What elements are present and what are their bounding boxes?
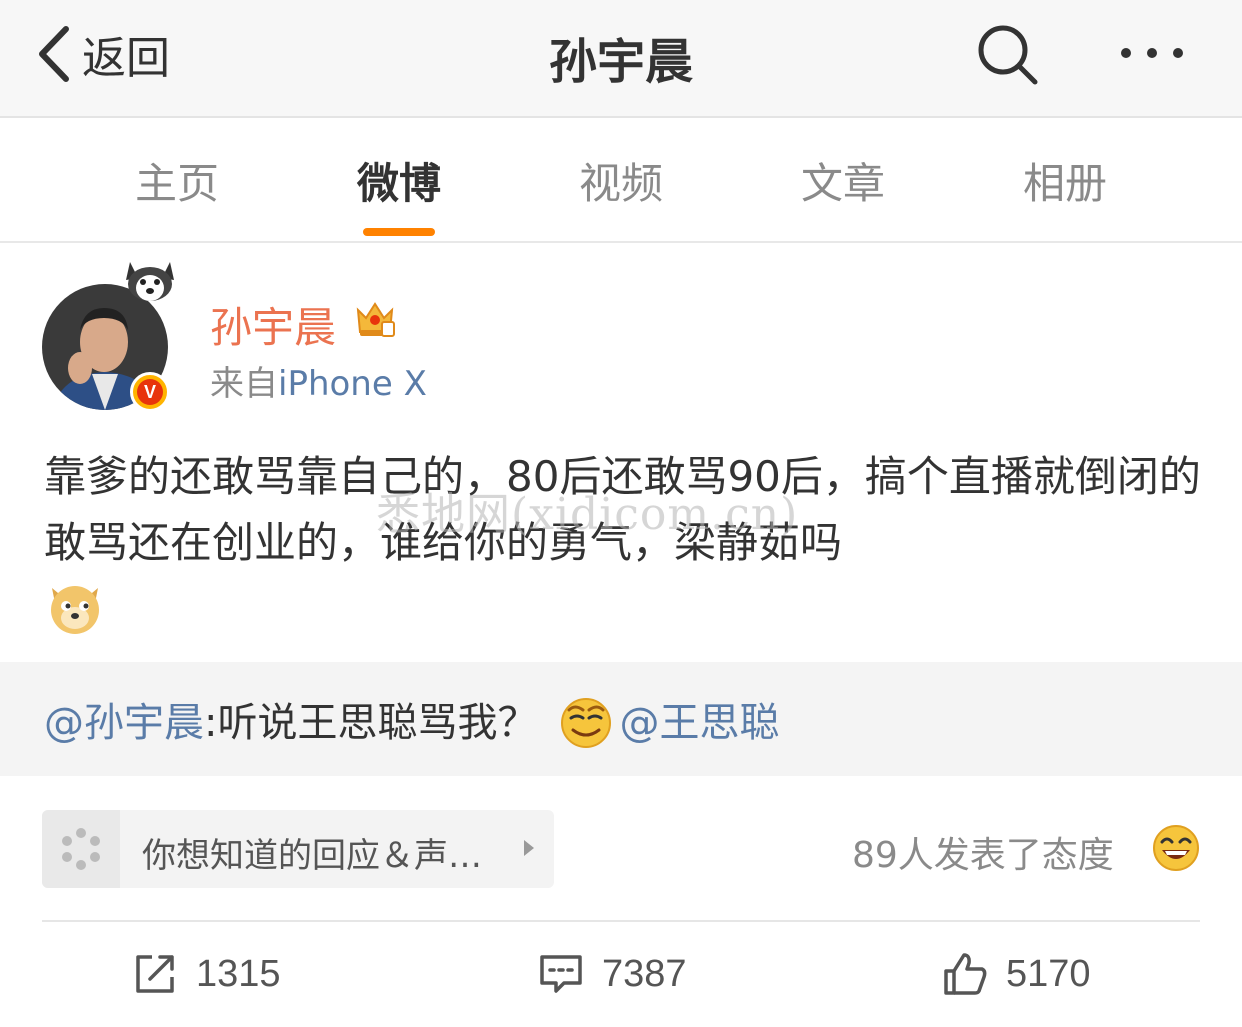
mention-author[interactable]: @孙宇晨: [44, 700, 204, 746]
search-icon: [978, 25, 1038, 85]
comment-button[interactable]: 7387: [538, 946, 687, 1002]
quoted-body: :听说王思聪骂我？: [204, 700, 538, 746]
verified-badge-icon: V: [130, 372, 170, 412]
topic-chip[interactable]: 你想知道的回应＆声…: [42, 810, 554, 888]
active-tab-indicator: [363, 228, 435, 236]
source-device[interactable]: iPhone X: [278, 364, 427, 404]
like-button[interactable]: 5170: [942, 946, 1091, 1002]
tab-album[interactable]: 相册: [985, 150, 1145, 211]
thumbs-up-icon: [944, 953, 987, 995]
tab-weibo[interactable]: 微博: [319, 150, 479, 211]
quoted-text: @孙宇晨:听说王思聪骂我？ @王思聪: [44, 690, 779, 750]
attitude-count[interactable]: 89人发表了态度: [852, 826, 1114, 878]
husky-pendant-icon: [126, 262, 174, 301]
more-button[interactable]: [1112, 28, 1192, 78]
tab-articles[interactable]: 文章: [763, 150, 923, 211]
post-text: 靠爹的还敢骂靠自己的，80后还敢骂90后，搞个直播就倒闭的敢骂还在创业的，谁给你…: [44, 452, 1201, 567]
author-avatar[interactable]: V: [42, 256, 174, 416]
author-name[interactable]: 孙宇晨: [210, 294, 336, 355]
search-button[interactable]: [975, 22, 1041, 88]
more-dots-icon: [1121, 48, 1183, 58]
like-count: 5170: [1006, 952, 1091, 995]
caret-right-icon: [524, 840, 534, 856]
tab-video[interactable]: 视频: [541, 150, 701, 211]
comment-icon: [540, 955, 582, 993]
topic-icon-box: [42, 810, 120, 888]
doge-emoji-icon: [51, 586, 99, 634]
repost-count: 1315: [196, 952, 281, 995]
loading-spinner-icon: [62, 828, 100, 870]
post-source: 来自iPhone X: [210, 356, 427, 405]
topic-label: 你想知道的回应＆声…: [142, 836, 482, 876]
source-prefix: 来自: [210, 364, 278, 404]
tab-home[interactable]: 主页: [97, 150, 257, 211]
quoted-post[interactable]: @孙宇晨:听说王思聪骂我？ @王思聪: [0, 662, 1242, 776]
smirk-emoji-icon: [561, 698, 612, 748]
laugh-emoji-icon: [1153, 825, 1199, 871]
repost-button[interactable]: 1315: [132, 946, 281, 1002]
mention-target[interactable]: @王思聪: [619, 700, 779, 746]
divider: [42, 920, 1200, 922]
comment-count: 7387: [602, 952, 687, 995]
page-title: 孙宇晨: [548, 34, 693, 90]
top-navbar: 返回 孙宇晨: [0, 0, 1242, 118]
crown-member-icon: [356, 302, 395, 337]
repost-icon: [136, 955, 174, 993]
profile-tabs: 主页 微博 视频 文章 相册: [0, 120, 1242, 243]
